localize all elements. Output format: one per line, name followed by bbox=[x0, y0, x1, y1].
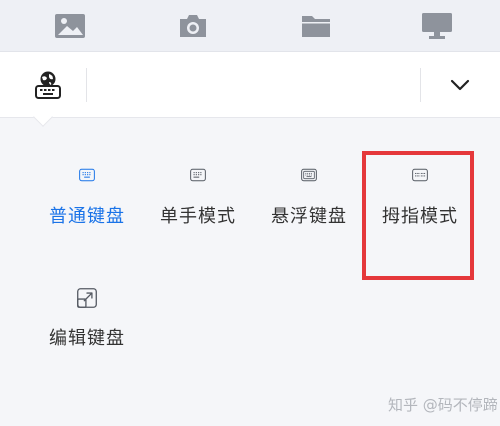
mode-label: 单手模式 bbox=[160, 206, 236, 227]
keyboard-toolbar bbox=[0, 52, 500, 127]
keyboard-icon bbox=[79, 168, 95, 182]
image-icon[interactable] bbox=[52, 10, 88, 42]
mode-label: 编辑键盘 bbox=[49, 328, 125, 349]
mode-floating-keyboard[interactable]: 悬浮键盘 bbox=[254, 118, 364, 228]
camera-icon[interactable] bbox=[175, 10, 211, 42]
mode-normal-keyboard[interactable]: 普通键盘 bbox=[32, 118, 142, 228]
toolbar-divider bbox=[86, 68, 87, 102]
one-hand-keyboard-icon bbox=[190, 168, 206, 182]
mode-label: 普通键盘 bbox=[49, 206, 125, 227]
folder-icon[interactable] bbox=[298, 10, 334, 42]
mode-label: 悬浮键盘 bbox=[271, 206, 347, 227]
chevron-down-icon[interactable] bbox=[440, 68, 480, 102]
quick-tray bbox=[0, 0, 500, 52]
monitor-icon[interactable] bbox=[419, 10, 455, 42]
edit-keyboard-icon bbox=[77, 288, 97, 308]
toolbar-divider bbox=[420, 68, 421, 102]
watermark: 知乎 @码不停蹄 bbox=[388, 396, 498, 414]
mode-one-hand[interactable]: 单手模式 bbox=[143, 118, 253, 228]
highlight-annotation bbox=[362, 151, 474, 280]
mode-edit-keyboard[interactable]: 编辑键盘 bbox=[32, 240, 142, 350]
floating-keyboard-icon bbox=[301, 168, 317, 182]
globe-keyboard-icon[interactable] bbox=[28, 66, 68, 104]
